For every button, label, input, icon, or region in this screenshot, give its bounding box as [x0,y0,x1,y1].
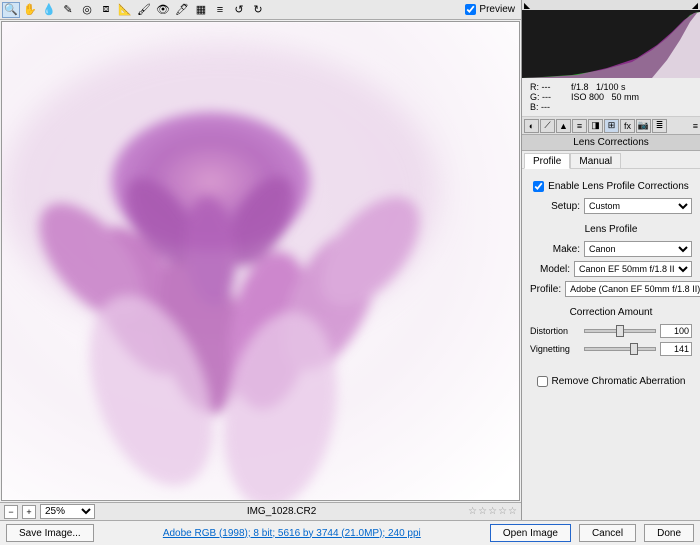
setup-label: Setup: [530,201,580,212]
tab-manual[interactable]: Manual [570,153,621,168]
distortion-label: Distortion [530,326,580,336]
white-balance-tool-icon[interactable]: 💧 [40,2,58,18]
zoom-out-button[interactable]: − [4,505,18,519]
vignetting-label: Vignetting [530,344,580,354]
panel-menu-icon[interactable]: ≡ [693,121,698,131]
preview-label: Preview [479,4,515,15]
info-readout: R: --- G: --- B: --- f/1.8 1/100 s ISO 8… [522,78,700,117]
rotate-right-icon[interactable]: ↻ [249,2,267,18]
tab-presets-icon[interactable]: ≣ [652,119,667,133]
rotate-left-icon[interactable]: ↺ [230,2,248,18]
adjustments-panel: ◣ ◢ R: --- G: --- B: --- f/1.8 1/100 s [522,0,700,520]
adjustment-brush-tool-icon[interactable]: 🖊 [173,2,191,18]
highlight-clip-icon[interactable]: ◢ [692,1,698,10]
open-image-button[interactable]: Open Image [490,524,571,542]
crop-tool-icon[interactable]: ⧈ [97,2,115,18]
correction-amount-heading: Correction Amount [530,307,692,318]
histogram[interactable] [522,10,700,78]
distortion-value[interactable] [660,324,692,338]
chromatic-label: Remove Chromatic Aberration [552,376,686,387]
spot-removal-tool-icon[interactable]: 🖌 [135,2,153,18]
chromatic-checkbox[interactable] [537,376,548,387]
tab-fx-icon[interactable]: fx [620,119,635,133]
setup-select[interactable]: Custom [584,198,692,214]
profile-label: Profile: [530,284,561,295]
tab-detail-icon[interactable]: ▲ [556,119,571,133]
workflow-options-link[interactable]: Adobe RGB (1998); 8 bit; 5616 by 3744 (2… [102,528,482,539]
filename-label: IMG_1028.CR2 [99,506,464,517]
distortion-slider[interactable] [584,329,656,333]
redeye-tool-icon[interactable]: 👁 [154,2,172,18]
preview-checkbox[interactable] [465,4,476,15]
make-select[interactable]: Canon [584,241,692,257]
model-label: Model: [530,264,570,275]
graduated-filter-tool-icon[interactable]: ▦ [192,2,210,18]
radial-filter-tool-icon[interactable]: ≡ [211,2,229,18]
zoom-tool-icon[interactable]: 🔍 [2,2,20,18]
enable-profile-checkbox[interactable] [533,181,544,192]
image-preview[interactable] [1,21,520,501]
vignetting-slider[interactable] [584,347,656,351]
straighten-tool-icon[interactable]: 📐 [116,2,134,18]
hand-tool-icon[interactable]: ✋ [21,2,39,18]
bottom-bar: Save Image... Adobe RGB (1998); 8 bit; 5… [0,520,700,545]
tab-camera-icon[interactable]: 📷 [636,119,651,133]
tab-basic-icon[interactable]: ◐ [524,119,539,133]
tab-split-icon[interactable]: ◨ [588,119,603,133]
tab-hsl-icon[interactable]: ≡ [572,119,587,133]
done-button[interactable]: Done [644,524,694,542]
targeted-tool-icon[interactable]: ◎ [78,2,96,18]
model-select[interactable]: Canon EF 50mm f/1.8 II [574,261,692,277]
lens-profile-heading: Lens Profile [530,224,692,235]
panel-title: Lens Corrections [522,135,700,151]
toolbar: 🔍 ✋ 💧 ✎ ◎ ⧈ 📐 🖌 👁 🖊 ▦ ≡ ↺ ↻ Preview [0,0,521,20]
status-bar: − + 25% IMG_1028.CR2 ☆☆☆☆☆ [0,502,521,520]
zoom-in-button[interactable]: + [22,505,36,519]
tab-lens-icon[interactable]: ⊞ [604,119,619,133]
vignetting-value[interactable] [660,342,692,356]
shadow-clip-icon[interactable]: ◣ [524,1,530,10]
adjustment-tabs: ◐ ⟋ ▲ ≡ ◨ ⊞ fx 📷 ≣ ≡ [522,117,700,135]
preview-panel: 🔍 ✋ 💧 ✎ ◎ ⧈ 📐 🖌 👁 🖊 ▦ ≡ ↺ ↻ Preview [0,0,522,520]
save-image-button[interactable]: Save Image... [6,524,94,542]
tab-profile[interactable]: Profile [524,153,570,169]
star-rating[interactable]: ☆☆☆☆☆ [468,506,517,517]
zoom-select[interactable]: 25% [40,504,95,519]
enable-profile-label: Enable Lens Profile Corrections [548,181,689,192]
tab-curve-icon[interactable]: ⟋ [540,119,555,133]
color-sampler-tool-icon[interactable]: ✎ [59,2,77,18]
profile-select[interactable]: Adobe (Canon EF 50mm f/1.8 II) [565,281,700,297]
make-label: Make: [530,244,580,255]
cancel-button[interactable]: Cancel [579,524,636,542]
